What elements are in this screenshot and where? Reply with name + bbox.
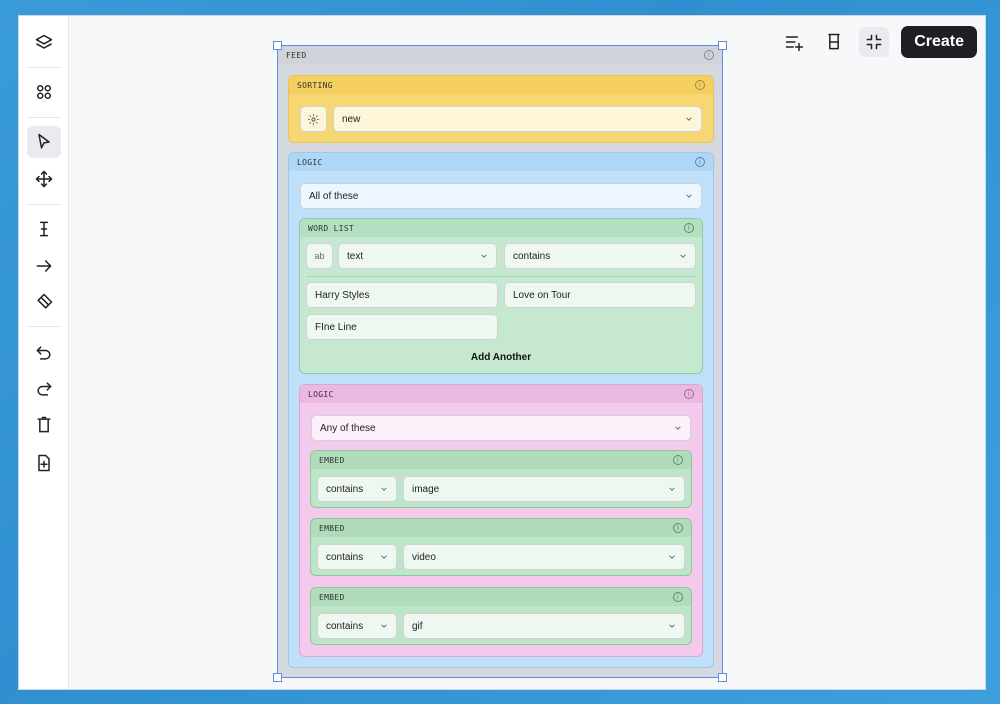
- chevron-down-icon: [668, 622, 676, 630]
- logic-header: LOGIC i: [289, 153, 713, 171]
- chevron-down-icon: [685, 192, 693, 200]
- resize-handle-bottom-left[interactable]: [273, 673, 282, 682]
- embed-type-select[interactable]: image: [403, 476, 685, 502]
- select-pointer-icon[interactable]: [27, 126, 61, 158]
- redo-icon[interactable]: [27, 373, 61, 405]
- info-icon[interactable]: i: [684, 223, 694, 233]
- type-badge-button[interactable]: ab: [306, 243, 333, 269]
- embed-operator-value: contains: [326, 483, 364, 495]
- chevron-down-icon: [679, 252, 687, 260]
- word-value: FIne Line: [315, 321, 357, 333]
- collapse-icon[interactable]: [859, 27, 890, 57]
- embed-type-value: video: [412, 551, 436, 563]
- app-window: Create FEED i SORTING i new LOGIC i All …: [18, 15, 986, 690]
- add-list-icon[interactable]: [779, 27, 809, 57]
- sorting-header: SORTING i: [289, 76, 713, 94]
- info-icon[interactable]: i: [704, 50, 714, 60]
- feed-header: FEED i: [278, 46, 722, 64]
- chevron-down-icon: [380, 622, 388, 630]
- chevron-down-icon: [668, 485, 676, 493]
- embed-label: EMBED: [319, 455, 345, 465]
- chevron-down-icon: [674, 424, 682, 432]
- embed-operator-select[interactable]: contains: [317, 476, 397, 502]
- embed-operator-value: contains: [326, 551, 364, 563]
- logic-mode-value: All of these: [309, 190, 359, 202]
- divider: [306, 276, 696, 277]
- embed-operator-select[interactable]: contains: [317, 613, 397, 639]
- layers-icon[interactable]: [27, 27, 61, 59]
- text-cursor-icon[interactable]: [27, 213, 61, 245]
- chevron-down-icon: [685, 115, 693, 123]
- sorting-value: new: [342, 113, 361, 125]
- top-actions: Create: [779, 26, 977, 58]
- create-button[interactable]: Create: [901, 26, 977, 58]
- word-input[interactable]: Love on Tour: [504, 282, 696, 308]
- resize-handle-top-left[interactable]: [273, 41, 282, 50]
- sorting-select[interactable]: new: [333, 106, 702, 132]
- sorting-block[interactable]: SORTING i new: [288, 75, 714, 143]
- word-operator-value: contains: [513, 250, 551, 262]
- chevron-down-icon: [380, 485, 388, 493]
- move-icon[interactable]: [27, 163, 61, 195]
- logic-block[interactable]: LOGIC i All of these WORD LIST i ab text: [288, 152, 714, 668]
- add-page-icon[interactable]: [27, 447, 61, 479]
- word-input[interactable]: FIne Line: [306, 314, 498, 340]
- word-field-value: text: [347, 250, 364, 262]
- embed-header: EMBED i: [311, 588, 691, 606]
- chevron-down-icon: [668, 553, 676, 561]
- add-another-button[interactable]: Add Another: [300, 352, 702, 363]
- embed-header: EMBED i: [311, 451, 691, 469]
- trash-icon[interactable]: [27, 409, 61, 441]
- info-icon[interactable]: i: [684, 389, 694, 399]
- feed-label: FEED: [286, 50, 307, 60]
- embed-block[interactable]: EMBED i contains image: [310, 450, 692, 508]
- embed-label: EMBED: [319, 592, 345, 602]
- nested-logic-label: LOGIC: [308, 389, 334, 399]
- word-list-header: WORD LIST i: [300, 219, 702, 237]
- logic-label: LOGIC: [297, 157, 323, 167]
- nested-logic-block[interactable]: LOGIC i Any of these EMBED i contains im…: [299, 384, 703, 657]
- word-operator-select[interactable]: contains: [504, 243, 696, 269]
- word-value: Harry Styles: [315, 289, 370, 301]
- nested-logic-header: LOGIC i: [300, 385, 702, 403]
- gear-icon: [307, 113, 320, 126]
- word-value: Love on Tour: [513, 289, 571, 301]
- word-input[interactable]: Harry Styles: [306, 282, 498, 308]
- embed-block[interactable]: EMBED i contains video: [310, 518, 692, 576]
- eraser-icon[interactable]: [27, 286, 61, 318]
- resize-handle-bottom-right[interactable]: [718, 673, 727, 682]
- nested-logic-mode-select[interactable]: Any of these: [311, 415, 691, 441]
- word-field-select[interactable]: text: [338, 243, 497, 269]
- embed-type-value: gif: [412, 620, 423, 632]
- left-toolbar: [19, 16, 69, 689]
- feed-block[interactable]: FEED i SORTING i new LOGIC i All of thes…: [273, 41, 727, 682]
- arrow-right-icon[interactable]: [27, 250, 61, 282]
- beaker-icon[interactable]: [819, 27, 849, 57]
- info-icon[interactable]: i: [673, 592, 683, 602]
- embed-operator-select[interactable]: contains: [317, 544, 397, 570]
- embed-operator-value: contains: [326, 620, 364, 632]
- info-icon[interactable]: i: [695, 80, 705, 90]
- undo-icon[interactable]: [27, 337, 61, 369]
- embed-label: EMBED: [319, 523, 345, 533]
- components-icon[interactable]: [27, 76, 61, 108]
- word-list-block[interactable]: WORD LIST i ab text contains Harry Style…: [299, 218, 703, 374]
- embed-block[interactable]: EMBED i contains gif: [310, 587, 692, 645]
- embed-type-select[interactable]: video: [403, 544, 685, 570]
- chevron-down-icon: [480, 252, 488, 260]
- info-icon[interactable]: i: [673, 523, 683, 533]
- word-list-label: WORD LIST: [308, 223, 355, 233]
- embed-type-value: image: [412, 483, 440, 495]
- sorting-settings-button[interactable]: [300, 106, 327, 132]
- chevron-down-icon: [380, 553, 388, 561]
- embed-type-select[interactable]: gif: [403, 613, 685, 639]
- nested-logic-mode-value: Any of these: [320, 422, 376, 434]
- logic-mode-select[interactable]: All of these: [300, 183, 702, 209]
- embed-header: EMBED i: [311, 519, 691, 537]
- resize-handle-top-right[interactable]: [718, 41, 727, 50]
- sorting-label: SORTING: [297, 80, 333, 90]
- info-icon[interactable]: i: [673, 455, 683, 465]
- info-icon[interactable]: i: [695, 157, 705, 167]
